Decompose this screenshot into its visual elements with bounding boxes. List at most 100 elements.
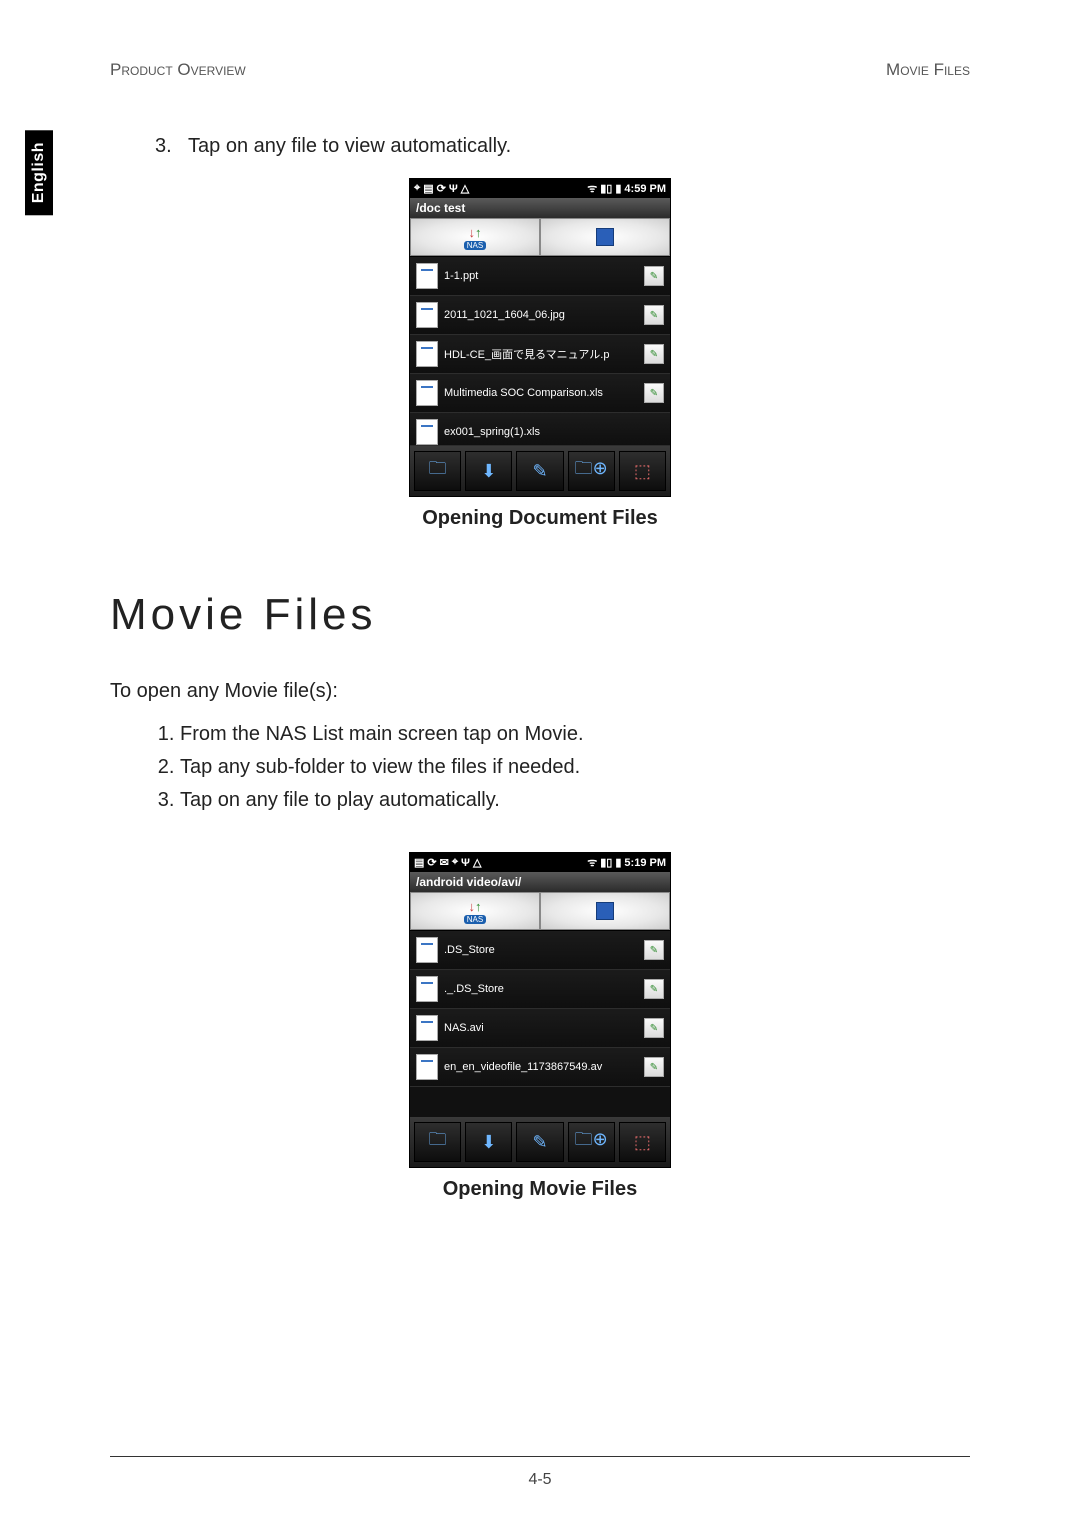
battery-icon: ▮ bbox=[615, 182, 621, 195]
smb-button[interactable] bbox=[540, 218, 670, 256]
gps-icon: ⌖ bbox=[452, 856, 458, 869]
smb-button[interactable] bbox=[540, 892, 670, 930]
movie-step-3: Tap on any file to play automatically. bbox=[180, 789, 970, 812]
usb-icon: Ψ bbox=[461, 857, 470, 869]
row-edit-icon[interactable]: ✎ bbox=[644, 383, 664, 403]
share-folder-icon bbox=[596, 902, 614, 920]
file-row[interactable]: Multimedia SOC Comparison.xls ✎ bbox=[410, 374, 670, 413]
screenshot-opening-movie-files: ▤ ⟳ ✉ ⌖ Ψ △ ᯤ ▮▯ ▮ 5:19 PM /android vide… bbox=[409, 852, 671, 1168]
file-icon bbox=[416, 263, 438, 289]
edit-icon[interactable]: ✎ bbox=[516, 1122, 563, 1162]
folder-icon[interactable]: 🗀 bbox=[414, 1122, 461, 1162]
select-icon[interactable]: ⬚ bbox=[619, 451, 666, 491]
row-edit-icon[interactable]: ✎ bbox=[644, 1018, 664, 1038]
movie-step-1: From the NAS List main screen tap on Mov… bbox=[180, 723, 970, 746]
row-edit-icon[interactable]: ✎ bbox=[644, 940, 664, 960]
status-time: 5:19 PM bbox=[624, 857, 666, 869]
edit-icon[interactable]: ✎ bbox=[516, 451, 563, 491]
file-list: 1-1.ppt ✎ 2011_1021_1604_06.jpg ✎ HDL-CE… bbox=[410, 257, 670, 446]
folder-add-icon[interactable]: 🗀⊕ bbox=[568, 1122, 615, 1162]
up-down-arrows-icon: ↓↑ bbox=[468, 899, 481, 914]
file-row[interactable]: 2011_1021_1604_06.jpg ✎ bbox=[410, 296, 670, 335]
header-left: Product Overview bbox=[110, 60, 246, 80]
file-icon bbox=[416, 1015, 438, 1041]
file-name: en_en_videofile_1173867549.av bbox=[444, 1061, 638, 1073]
file-name: HDL-CE_画面で見るマニュアル.p bbox=[444, 346, 638, 362]
file-icon bbox=[416, 380, 438, 406]
movie-steps-list: From the NAS List main screen tap on Mov… bbox=[110, 723, 970, 812]
movie-step-2: Tap any sub-folder to view the files if … bbox=[180, 756, 970, 779]
file-name: NAS.avi bbox=[444, 1022, 638, 1034]
up-down-arrows-icon: ↓↑ bbox=[468, 225, 481, 240]
status-time: 4:59 PM bbox=[624, 183, 666, 195]
file-list: .DS_Store ✎ ._.DS_Store ✎ NAS.avi ✎ en_e… bbox=[410, 931, 670, 1117]
file-icon bbox=[416, 341, 438, 367]
step-3-text: 3. Tap on any file to view automatically… bbox=[155, 135, 970, 158]
warning-icon: △ bbox=[461, 182, 469, 195]
file-name: Multimedia SOC Comparison.xls bbox=[444, 387, 638, 399]
file-name: .DS_Store bbox=[444, 944, 638, 956]
folder-icon[interactable]: 🗀 bbox=[414, 451, 461, 491]
nas-up-button[interactable]: ↓↑ NAS bbox=[410, 892, 540, 930]
language-tab: English bbox=[25, 130, 53, 215]
file-name: 1-1.ppt bbox=[444, 270, 638, 282]
intro-text: To open any Movie file(s): bbox=[110, 680, 970, 703]
file-icon bbox=[416, 419, 438, 445]
step-body: Tap on any file to view automatically. bbox=[188, 135, 511, 157]
screenshot-opening-document-files: ⌖ ▤ ⟳ Ψ △ ᯤ ▮▯ ▮ 4:59 PM /doc test ↓↑ bbox=[409, 178, 671, 497]
path-bar: /doc test bbox=[410, 198, 670, 218]
row-edit-icon[interactable]: ✎ bbox=[644, 344, 664, 364]
download-icon[interactable]: ⬇ bbox=[465, 451, 512, 491]
file-icon bbox=[416, 1054, 438, 1080]
section-title-movie-files: Movie Files bbox=[110, 590, 970, 640]
file-row[interactable]: ._.DS_Store ✎ bbox=[410, 970, 670, 1009]
signal-icon: ▮▯ bbox=[600, 856, 612, 869]
sync-icon: ⟳ bbox=[427, 856, 436, 869]
caption-opening-document-files: Opening Document Files bbox=[110, 507, 970, 530]
nas-label: NAS bbox=[464, 241, 486, 250]
sd-icon: ▤ bbox=[423, 182, 433, 195]
footer-rule bbox=[110, 1456, 970, 1457]
gps-icon: ⌖ bbox=[414, 182, 420, 195]
bottom-toolbar: 🗀 ⬇ ✎ 🗀⊕ ⬚ bbox=[410, 446, 670, 496]
file-row[interactable]: en_en_videofile_1173867549.av ✎ bbox=[410, 1048, 670, 1087]
page-number: 4-5 bbox=[0, 1471, 1080, 1489]
step-number: 3. bbox=[155, 135, 172, 157]
select-icon[interactable]: ⬚ bbox=[619, 1122, 666, 1162]
nas-label: NAS bbox=[464, 915, 486, 924]
row-edit-icon[interactable]: ✎ bbox=[644, 979, 664, 999]
file-name: ex001_spring(1).xls bbox=[444, 426, 638, 438]
path-bar: /android video/avi/ bbox=[410, 872, 670, 892]
nas-up-button[interactable]: ↓↑ NAS bbox=[410, 218, 540, 256]
file-icon bbox=[416, 937, 438, 963]
wifi-icon: ᯤ bbox=[587, 855, 597, 870]
file-icon bbox=[416, 976, 438, 1002]
status-bar: ▤ ⟳ ✉ ⌖ Ψ △ ᯤ ▮▯ ▮ 5:19 PM bbox=[410, 853, 670, 872]
usb-icon: Ψ bbox=[449, 183, 458, 195]
file-row[interactable]: NAS.avi ✎ bbox=[410, 1009, 670, 1048]
caption-opening-movie-files: Opening Movie Files bbox=[110, 1178, 970, 1201]
file-row[interactable]: HDL-CE_画面で見るマニュアル.p ✎ bbox=[410, 335, 670, 374]
file-name: 2011_1021_1604_06.jpg bbox=[444, 309, 638, 321]
mail-icon: ✉ bbox=[440, 856, 449, 869]
bottom-toolbar: 🗀 ⬇ ✎ 🗀⊕ ⬚ bbox=[410, 1117, 670, 1167]
row-edit-icon[interactable]: ✎ bbox=[644, 1057, 664, 1077]
folder-add-icon[interactable]: 🗀⊕ bbox=[568, 451, 615, 491]
signal-icon: ▮▯ bbox=[600, 182, 612, 195]
empty-list-space bbox=[410, 1087, 670, 1117]
battery-icon: ▮ bbox=[615, 856, 621, 869]
file-row[interactable]: ex001_spring(1).xls ✎ bbox=[410, 413, 670, 446]
header-right: Movie Files bbox=[886, 60, 970, 80]
file-row[interactable]: 1-1.ppt ✎ bbox=[410, 257, 670, 296]
sd-icon: ▤ bbox=[414, 856, 424, 869]
row-edit-icon[interactable]: ✎ bbox=[644, 305, 664, 325]
share-folder-icon bbox=[596, 228, 614, 246]
wifi-icon: ᯤ bbox=[587, 181, 597, 196]
file-row[interactable]: .DS_Store ✎ bbox=[410, 931, 670, 970]
warning-icon: △ bbox=[473, 856, 481, 869]
status-bar: ⌖ ▤ ⟳ Ψ △ ᯤ ▮▯ ▮ 4:59 PM bbox=[410, 179, 670, 198]
row-edit-icon[interactable]: ✎ bbox=[644, 266, 664, 286]
file-icon bbox=[416, 302, 438, 328]
download-icon[interactable]: ⬇ bbox=[465, 1122, 512, 1162]
file-name: ._.DS_Store bbox=[444, 983, 638, 995]
